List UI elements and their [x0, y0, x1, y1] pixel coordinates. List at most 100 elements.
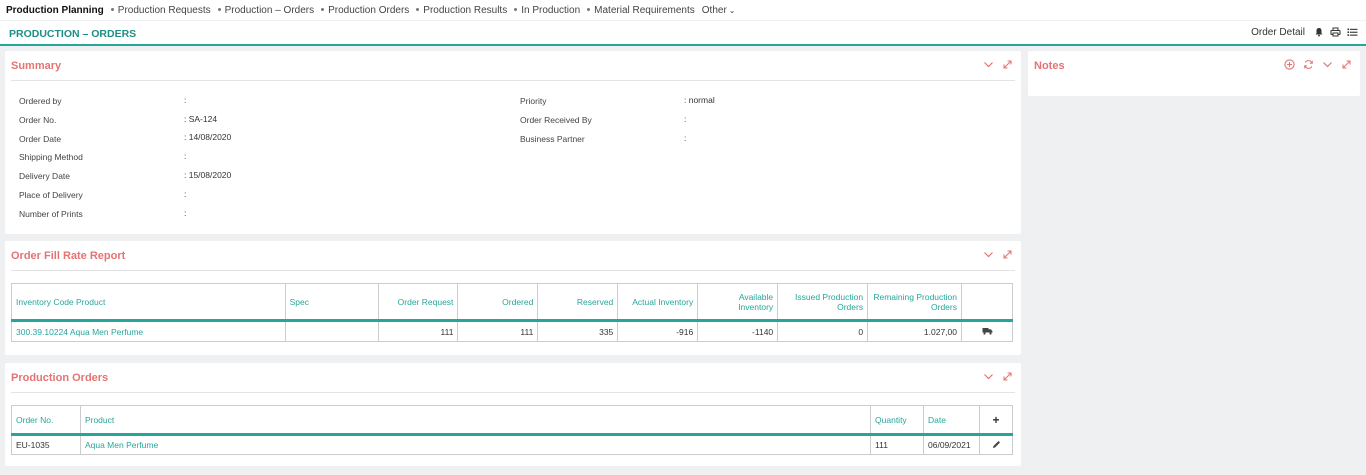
column-header-product[interactable]: Inventory Code Product — [11, 283, 286, 322]
field-label-order-date: Order Date — [19, 134, 62, 144]
collapse-chevron-icon[interactable] — [983, 59, 994, 70]
production-orders-table: Order No. Product Quantity Date + EU-103… — [11, 405, 1013, 455]
collapse-chevron-icon[interactable] — [983, 371, 994, 382]
field-label-ordered-by: Ordered by — [19, 96, 62, 106]
top-navigation: Production Planning Production Requests … — [0, 0, 1366, 20]
field-label-shipping-method: Shipping Method — [19, 152, 83, 162]
cell-product[interactable]: 300.39.10224 Aqua Men Perfume — [11, 320, 286, 342]
field-value-place-of-delivery: : — [184, 189, 187, 199]
cell-actions — [979, 434, 1013, 455]
order-detail-link[interactable]: Order Detail — [1251, 27, 1305, 38]
bullet-icon — [416, 8, 420, 12]
column-header-date[interactable]: Date — [923, 405, 980, 436]
field-label-priority: Priority — [520, 96, 547, 106]
nav-item-production-orders-hub[interactable]: Production – Orders — [217, 5, 314, 16]
nav-item-production-orders[interactable]: Production Orders — [321, 5, 409, 16]
bullet-icon — [514, 8, 518, 12]
list-icon[interactable] — [1347, 27, 1358, 38]
column-header-ordered[interactable]: Ordered — [457, 283, 539, 322]
nav-item-material-requirements[interactable]: Material Requirements — [587, 5, 695, 16]
summary-title: Summary — [11, 60, 62, 72]
column-header-remaining-production-orders[interactable]: Remaining Production Orders — [867, 283, 962, 322]
refresh-icon[interactable] — [1303, 59, 1314, 70]
expand-icon[interactable] — [1002, 59, 1013, 70]
table-header-row: Inventory Code Product Spec Order Reques… — [11, 283, 1013, 322]
nav-item-production-planning[interactable]: Production Planning — [6, 5, 104, 16]
field-label-place-of-delivery: Place of Delivery — [19, 190, 83, 200]
column-header-actual-inventory[interactable]: Actual Inventory — [617, 283, 699, 322]
nav-item-label: Production Requests — [117, 4, 211, 16]
fill-rate-panel: Order Fill Rate Report Inventory Code Pr… — [5, 241, 1021, 355]
column-header-spec[interactable]: Spec — [284, 283, 379, 322]
truck-icon[interactable] — [982, 327, 993, 337]
collapse-chevron-icon[interactable] — [1322, 59, 1333, 70]
column-header-issued-production-orders[interactable]: Issued Production Orders — [777, 283, 869, 322]
cell-reserved: 335 — [537, 320, 619, 342]
expand-icon[interactable] — [1002, 249, 1013, 260]
table-row[interactable]: EU-1035 Aqua Men Perfume 111 06/09/2021 — [11, 434, 1013, 455]
add-circle-icon[interactable] — [1284, 59, 1295, 70]
bullet-icon — [217, 8, 221, 12]
nav-item-label: In Production — [521, 4, 581, 16]
bullet-icon — [587, 8, 591, 12]
nav-item-production-requests[interactable]: Production Requests — [110, 4, 211, 16]
cell-order-no: EU-1035 — [11, 434, 81, 455]
nav-item-production-results[interactable]: Production Results — [416, 5, 507, 16]
bullet-icon — [110, 8, 114, 12]
nav-item-label: Material Requirements — [594, 4, 695, 16]
panel-tools — [1284, 59, 1352, 70]
field-value-order-received-by: : — [684, 114, 687, 124]
field-value-order-no: : SA-124 — [184, 114, 218, 124]
production-orders-panel: Production Orders Order No. Product Quan… — [5, 363, 1021, 466]
nav-item-label: Other — [701, 4, 727, 16]
field-value-delivery-date: : 15/08/2020 — [184, 170, 232, 180]
expand-icon[interactable] — [1341, 59, 1352, 70]
field-label-number-of-prints: Number of Prints — [19, 209, 83, 219]
header-actions: Order Detail — [1251, 27, 1358, 38]
notes-panel: Notes — [1028, 51, 1360, 96]
fill-rate-table: Inventory Code Product Spec Order Reques… — [11, 283, 1013, 342]
notes-title: Notes — [1034, 60, 1065, 72]
cell-ordered: 111 — [457, 320, 539, 342]
cell-issued-production-orders: 0 — [777, 320, 869, 342]
print-icon[interactable] — [1330, 27, 1341, 38]
field-value-business-partner: : — [684, 133, 687, 143]
column-header-quantity[interactable]: Quantity — [870, 405, 925, 436]
nav-item-in-production[interactable]: In Production — [514, 5, 580, 16]
field-label-order-received-by: Order Received By — [520, 115, 592, 125]
field-value-shipping-method: : — [184, 151, 187, 161]
column-header-product[interactable]: Product — [79, 405, 872, 436]
column-header-order-no[interactable]: Order No. — [11, 405, 81, 436]
summary-panel-header: Summary — [11, 51, 1015, 81]
collapse-chevron-icon[interactable] — [983, 249, 994, 260]
cell-available-inventory: -1140 — [697, 320, 779, 342]
field-value-number-of-prints: : — [184, 208, 187, 218]
field-label-business-partner: Business Partner — [520, 134, 585, 144]
page-header: PRODUCTION – ORDERS Order Detail — [0, 21, 1366, 46]
pencil-icon[interactable] — [992, 440, 1001, 451]
panel-tools — [983, 371, 1013, 382]
fill-rate-panel-header: Order Fill Rate Report — [11, 241, 1015, 271]
expand-icon[interactable] — [1002, 371, 1013, 382]
column-header-reserved[interactable]: Reserved — [537, 283, 619, 322]
nav-item-other[interactable]: Other ⌄ — [702, 5, 736, 16]
cell-actions — [961, 320, 1013, 342]
field-value-priority: : normal — [684, 95, 715, 105]
page-title: PRODUCTION – ORDERS — [9, 28, 137, 40]
add-row-button[interactable]: + — [979, 405, 1013, 436]
column-header-order-request[interactable]: Order Request — [377, 283, 459, 322]
table-row[interactable]: 300.39.10224 Aqua Men Perfume 111 111 33… — [11, 320, 1013, 342]
column-header-available-inventory[interactable]: Available Inventory — [697, 283, 779, 322]
cell-order-request: 111 — [377, 320, 459, 342]
cell-actual-inventory: -916 — [617, 320, 699, 342]
panel-tools — [983, 59, 1013, 70]
production-orders-panel-header: Production Orders — [11, 363, 1015, 393]
field-label-delivery-date: Delivery Date — [19, 171, 71, 181]
cell-product[interactable]: Aqua Men Perfume — [79, 434, 872, 455]
nav-item-label: Production Orders — [328, 4, 410, 16]
column-header-actions — [961, 283, 1013, 322]
cell-quantity: 111 — [870, 434, 925, 455]
panel-tools — [983, 249, 1013, 260]
production-orders-title: Production Orders — [11, 372, 109, 384]
bell-icon[interactable] — [1313, 27, 1324, 38]
